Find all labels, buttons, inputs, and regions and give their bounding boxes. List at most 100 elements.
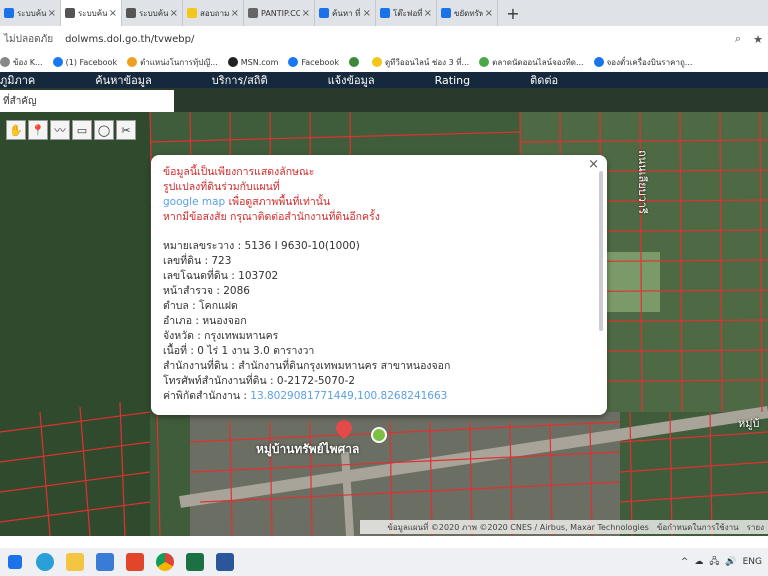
bookmark-icon xyxy=(227,57,238,67)
close-tab-icon[interactable]: × xyxy=(302,8,310,19)
bookmark-item[interactable]: ดูทีวีออนไลน์ ช่อง 3 ที่... xyxy=(371,56,470,69)
parcel-info-popup: × ข้อมูลนี้เป็นเพียงการแสดงลักษณะ รูปแปล… xyxy=(151,155,607,415)
bookmark-label: (1) Facebook xyxy=(65,57,118,67)
new-tab-button[interactable]: + xyxy=(498,0,528,26)
parcel-fields: หมายเลขระวาง : 5136 I 9630-10(1000) เลขที… xyxy=(163,239,595,389)
tab-favicon-icon xyxy=(441,8,451,18)
field-row: หน้าสำรวจ : 2086 xyxy=(163,285,250,297)
line-icon[interactable]: 〰 xyxy=(50,120,70,140)
chrome-icon[interactable] xyxy=(150,548,180,576)
bookmark-icon xyxy=(288,57,299,67)
tab-favicon-icon xyxy=(187,8,197,18)
file-explorer-icon[interactable] xyxy=(60,548,90,576)
site-nav-item[interactable]: ภูมิภาค xyxy=(0,72,35,88)
address-bar[interactable]: ไม่ปลอดภัย dolwms.dol.go.th/tvwebp/ ⌕ ★ xyxy=(0,26,768,53)
site-nav-item[interactable]: แจ้งข้อมูล xyxy=(328,72,375,88)
bookmark-item[interactable]: จองตั๋วเครื่องบินราคาถู... xyxy=(593,56,693,69)
field-value: 0 ไร่ 1 งาน 3.0 ตารางวา xyxy=(197,345,315,357)
bookmark-item[interactable]: MSN.com xyxy=(227,57,278,67)
close-tab-icon[interactable]: × xyxy=(485,8,493,19)
browser-tab[interactable]: PANTIP.COM× xyxy=(244,0,315,26)
clear-icon[interactable]: ✂ xyxy=(116,120,136,140)
bookmark-item[interactable]: ตำแหน่งโนการทุ้ปญึ... xyxy=(127,56,218,69)
bookmark-item[interactable]: ข้อง K... xyxy=(0,56,43,69)
close-tab-icon[interactable]: × xyxy=(170,8,178,19)
disclaimer-rest-1: เพื่อดูสภาพพื้นที่เท่านั้น xyxy=(225,196,331,208)
browser-tab[interactable]: ค้นหา ที่ดิน × xyxy=(315,0,376,26)
browser-tab[interactable]: ระบบค้นหารูปฯ× xyxy=(122,0,183,26)
field-value: 5136 I 9630-10(1000) xyxy=(244,240,360,252)
report-link[interactable]: รายง xyxy=(747,521,764,534)
field-value: 723 xyxy=(211,255,232,267)
tab-favicon-icon xyxy=(248,8,258,18)
field-row: เนื้อที่ : 0 ไร่ 1 งาน 3.0 ตารางวา xyxy=(163,345,315,357)
close-tab-icon[interactable]: × xyxy=(363,8,371,19)
field-label: เนื้อที่ xyxy=(163,345,187,357)
field-row: จังหวัด : กรุงเทพมหานคร xyxy=(163,330,279,342)
bookmark-icon xyxy=(593,57,604,67)
excel-icon[interactable] xyxy=(180,548,210,576)
field-row: เลขที่ดิน : 723 xyxy=(163,255,232,267)
terms-link[interactable]: ข้อกำหนดในการใช้งาน xyxy=(657,521,739,534)
field-row: โทรศัพท์สำนักงานที่ดิน : 0-2172-5070-2 xyxy=(163,375,356,387)
star-icon[interactable]: ★ xyxy=(748,33,768,46)
tray-icon[interactable]: ☁ xyxy=(694,557,703,567)
tray-icon[interactable]: ^ xyxy=(681,557,689,567)
circle-icon[interactable]: ◯ xyxy=(94,120,114,140)
popup-scrollbar[interactable] xyxy=(599,171,603,331)
field-value: หนองจอก xyxy=(202,315,247,327)
field-row: หมายเลขระวาง : 5136 I 9630-10(1000) xyxy=(163,240,360,252)
bookmark-label: จองตั๋วเครื่องบินราคาถู... xyxy=(606,57,693,67)
bookmark-label: ดูทีวีออนไลน์ ช่อง 3 ที่... xyxy=(384,57,470,67)
place-search-input[interactable]: ที่สำคัญ xyxy=(0,90,174,112)
office-icon[interactable] xyxy=(120,548,150,576)
browser-tab[interactable]: สอบถามเจ้าหน้า× xyxy=(183,0,244,26)
tab-title: โต๊ะฟอที่ดินรูปฯ xyxy=(393,8,422,18)
disclaimer-line-1: ข้อมูลนี้เป็นเพียงการแสดงลักษณะ xyxy=(163,166,315,178)
browser-tab-bar: ระบบค้นหาฯลฯ×ระบบค้นหารูปฯ×ระบบค้นหารูปฯ… xyxy=(0,0,768,26)
security-indicator[interactable]: ไม่ปลอดภัย xyxy=(4,32,53,47)
bookmark-item[interactable]: ตลาดนัดออนไลน์จองทีด... xyxy=(479,56,584,69)
tray-icon[interactable]: 🖧 xyxy=(709,554,719,570)
bookmark-icon xyxy=(127,57,138,67)
google-map-link[interactable]: google map xyxy=(163,196,225,208)
field-label: เลขโฉนดที่ดิน xyxy=(163,270,228,282)
zoom-icon[interactable]: ⌕ xyxy=(728,32,748,46)
site-nav-item[interactable]: ติดต่อ xyxy=(530,72,558,88)
disclaimer-line-4: หากมีข้อสงสัย กรุณาติดต่อสำนักงานที่ดินอ… xyxy=(163,211,380,223)
site-nav-item[interactable]: บริการ/สถิติ xyxy=(212,72,268,88)
windows-start-icon[interactable] xyxy=(0,548,30,576)
field-label: โทรศัพท์สำนักงานที่ดิน xyxy=(163,375,267,387)
field-row: สำนักงานที่ดิน : สำนักงานที่ดินกรุงเทพมห… xyxy=(163,360,451,372)
browser-tab[interactable]: โต๊ะฟอที่ดินรูปฯ× xyxy=(376,0,437,26)
bookmark-item[interactable] xyxy=(348,57,362,67)
word-icon[interactable] xyxy=(210,548,240,576)
browser-tab[interactable]: ระบบค้นหาฯลฯ× xyxy=(0,0,61,26)
field-value: กรุงเทพมหานคร xyxy=(204,330,279,342)
location-pin-icon[interactable] xyxy=(371,427,387,443)
browser-tab[interactable]: ขยัดทรัพย์ 10× xyxy=(437,0,498,26)
close-tab-icon[interactable]: × xyxy=(48,8,56,19)
site-nav-item[interactable]: ค้นหาข้อมูล xyxy=(95,72,151,88)
edge-icon[interactable] xyxy=(30,548,60,576)
bookmark-item[interactable]: (1) Facebook xyxy=(52,57,118,67)
tray-icon[interactable]: 🔊 xyxy=(725,557,736,567)
mail-icon[interactable] xyxy=(90,548,120,576)
pan-icon[interactable]: ✋ xyxy=(6,120,26,140)
bookmark-item[interactable]: Facebook xyxy=(288,57,339,67)
close-tab-icon[interactable]: × xyxy=(231,8,239,19)
coordinate-link[interactable]: 13.8029081771449,100.8268241663 xyxy=(250,390,447,402)
url-field[interactable]: dolwms.dol.go.th/tvwebp/ xyxy=(65,34,728,45)
close-tab-icon[interactable]: × xyxy=(424,8,432,19)
site-nav-item[interactable]: Rating xyxy=(435,74,470,87)
marker-icon[interactable]: 📍 xyxy=(28,120,48,140)
tray-icon[interactable]: ENG xyxy=(743,557,762,567)
field-label: ตำบล xyxy=(163,300,189,312)
rectangle-icon[interactable]: ▭ xyxy=(72,120,92,140)
browser-tab[interactable]: ระบบค้นหารูปฯ× xyxy=(61,0,122,26)
field-label: หน้าสำรวจ xyxy=(163,285,213,297)
close-tab-icon[interactable]: × xyxy=(109,8,117,19)
system-tray: ^ ☁ 🖧 🔊 ENG xyxy=(675,554,762,570)
field-label: ค่าพิกัดสำนักงาน xyxy=(163,390,241,402)
close-icon[interactable]: × xyxy=(588,157,599,172)
